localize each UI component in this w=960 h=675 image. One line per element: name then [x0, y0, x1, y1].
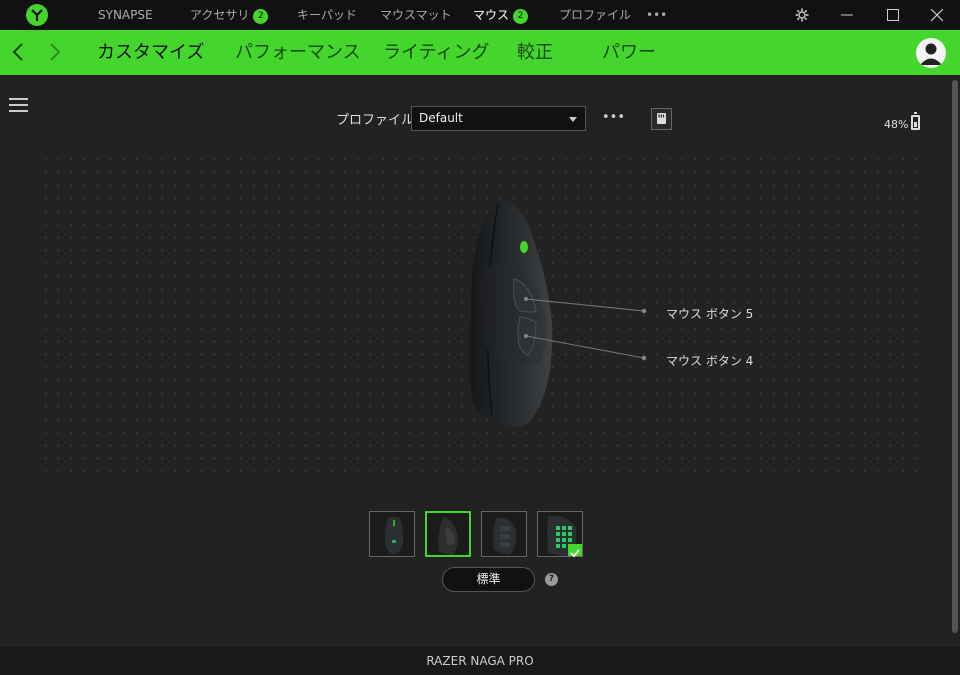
tab-synapse[interactable]: SYNAPSE — [98, 0, 153, 30]
accessories-count-badge: 2 — [253, 9, 269, 24]
device-name: RAZER NAGA PRO — [426, 654, 534, 668]
callout-mouse-button-5[interactable]: マウス ボタン 5 — [666, 305, 753, 322]
tab-customize[interactable]: カスタマイズ — [97, 30, 204, 75]
standard-button[interactable]: 標準 — [442, 567, 535, 592]
back-arrow-icon[interactable] — [12, 42, 24, 66]
scrollbar[interactable] — [952, 80, 958, 633]
profile-label: プロファイル — [336, 113, 415, 128]
menu-icon[interactable] — [9, 97, 29, 113]
view-thumb-top[interactable] — [369, 511, 415, 557]
tab-accessories[interactable]: アクセサリ 2 — [190, 0, 269, 30]
onboard-memory-icon[interactable] — [651, 108, 672, 130]
tab-performance[interactable]: パフォーマンス — [235, 30, 361, 75]
title-bar: SYNAPSE アクセサリ 2 キーパッド マウスマット マウス 2 プロファイル … — [0, 0, 960, 30]
chevron-down-icon — [569, 117, 577, 122]
section-nav-bar: カスタマイズ パフォーマンス ライティング 較正 パワー — [0, 30, 960, 75]
tab-mouse[interactable]: マウス 2 — [473, 0, 529, 30]
tab-keypad[interactable]: キーパッド — [297, 0, 357, 30]
tab-mousemat[interactable]: マウスマット — [380, 0, 452, 30]
tab-profiles[interactable]: プロファイル — [559, 0, 631, 30]
checkmark-icon — [568, 544, 582, 558]
mouse-count-badge: 2 — [513, 9, 529, 24]
razer-logo-icon — [26, 4, 48, 26]
more-tabs-button[interactable]: ••• — [646, 0, 667, 30]
forward-arrow-icon[interactable] — [49, 42, 61, 66]
account-icon[interactable] — [916, 38, 946, 68]
profile-selected-value: Default — [419, 111, 463, 125]
battery-icon — [911, 112, 920, 130]
profile-dropdown[interactable]: Default — [411, 106, 586, 131]
tab-calibration[interactable]: 較正 — [517, 30, 553, 75]
close-icon[interactable] — [922, 0, 952, 30]
view-thumb-side-2[interactable] — [481, 511, 527, 557]
profile-more-button[interactable]: ••• — [602, 110, 625, 125]
help-icon[interactable]: ? — [545, 573, 558, 586]
view-thumb-side[interactable] — [425, 511, 471, 557]
battery-percentage: 48% — [884, 118, 909, 131]
maximize-icon[interactable] — [878, 0, 908, 30]
callout-mouse-button-4[interactable]: マウス ボタン 4 — [666, 352, 753, 369]
minimize-icon[interactable] — [832, 0, 862, 30]
tab-lighting[interactable]: ライティング — [383, 30, 490, 75]
tab-power[interactable]: パワー — [602, 30, 656, 75]
footer-bar: RAZER NAGA PRO — [0, 647, 960, 675]
settings-icon[interactable] — [787, 0, 817, 30]
